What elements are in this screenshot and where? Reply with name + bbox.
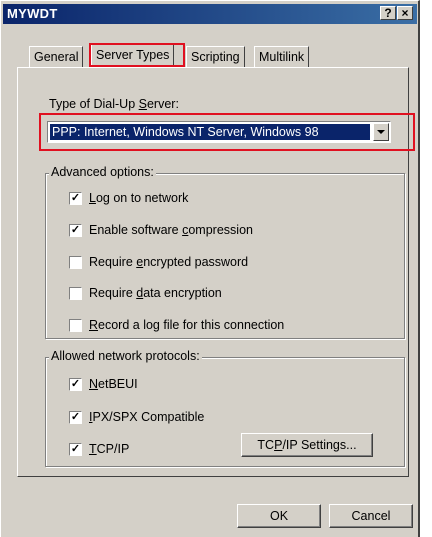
tab-server-types[interactable]: Server Types xyxy=(91,43,175,68)
tab-general[interactable]: General xyxy=(29,46,84,68)
ok-button[interactable]: OK xyxy=(237,504,321,528)
chevron-down-icon[interactable] xyxy=(373,123,389,141)
title-bar[interactable]: MYWDT ? × xyxy=(3,4,417,24)
checkbox-box[interactable]: ✓ xyxy=(69,411,82,424)
checkbox-label: IPX/SPX Compatible xyxy=(89,410,205,424)
checkbox-label: NetBEUI xyxy=(89,377,138,391)
dialog-window: MYWDT ? × General Server Types Scripting… xyxy=(0,0,420,537)
checkbox-box[interactable]: ✓ xyxy=(69,443,82,456)
checkbox-box[interactable] xyxy=(69,319,82,332)
checkbox-label: Record a log file for this connection xyxy=(89,318,285,332)
checkbox-box[interactable]: ✓ xyxy=(69,224,82,237)
advanced-options-title: Advanced options: xyxy=(49,165,156,179)
tab-scripting[interactable]: Scripting xyxy=(186,46,245,68)
protocols-title: Allowed network protocols: xyxy=(49,349,202,363)
window-title: MYWDT xyxy=(7,6,58,21)
server-type-dropdown[interactable]: PPP: Internet, Windows NT Server, Window… xyxy=(47,121,391,143)
checkbox-box[interactable]: ✓ xyxy=(69,378,82,391)
cancel-button[interactable]: Cancel xyxy=(329,504,413,528)
tab-multilink[interactable]: Multilink xyxy=(254,46,310,68)
checkbox-label: TCP/IP xyxy=(89,442,130,456)
checkbox-box[interactable] xyxy=(69,287,82,300)
checkbox-label: Enable software compression xyxy=(89,223,253,237)
tcpip-settings-button[interactable]: TCP/IP Settings... xyxy=(241,433,373,457)
server-type-label: Type of Dial-Up Server: xyxy=(49,97,179,111)
help-button[interactable]: ? xyxy=(380,6,396,20)
checkbox-label: Log on to network xyxy=(89,191,189,205)
server-type-value: PPP: Internet, Windows NT Server, Window… xyxy=(50,124,370,140)
checkbox-box[interactable]: ✓ xyxy=(69,192,82,205)
close-button[interactable]: × xyxy=(397,6,413,20)
checkbox-label: Require data encryption xyxy=(89,286,222,300)
checkbox-box[interactable] xyxy=(69,256,82,269)
checkbox-label: Require encrypted password xyxy=(89,255,249,269)
